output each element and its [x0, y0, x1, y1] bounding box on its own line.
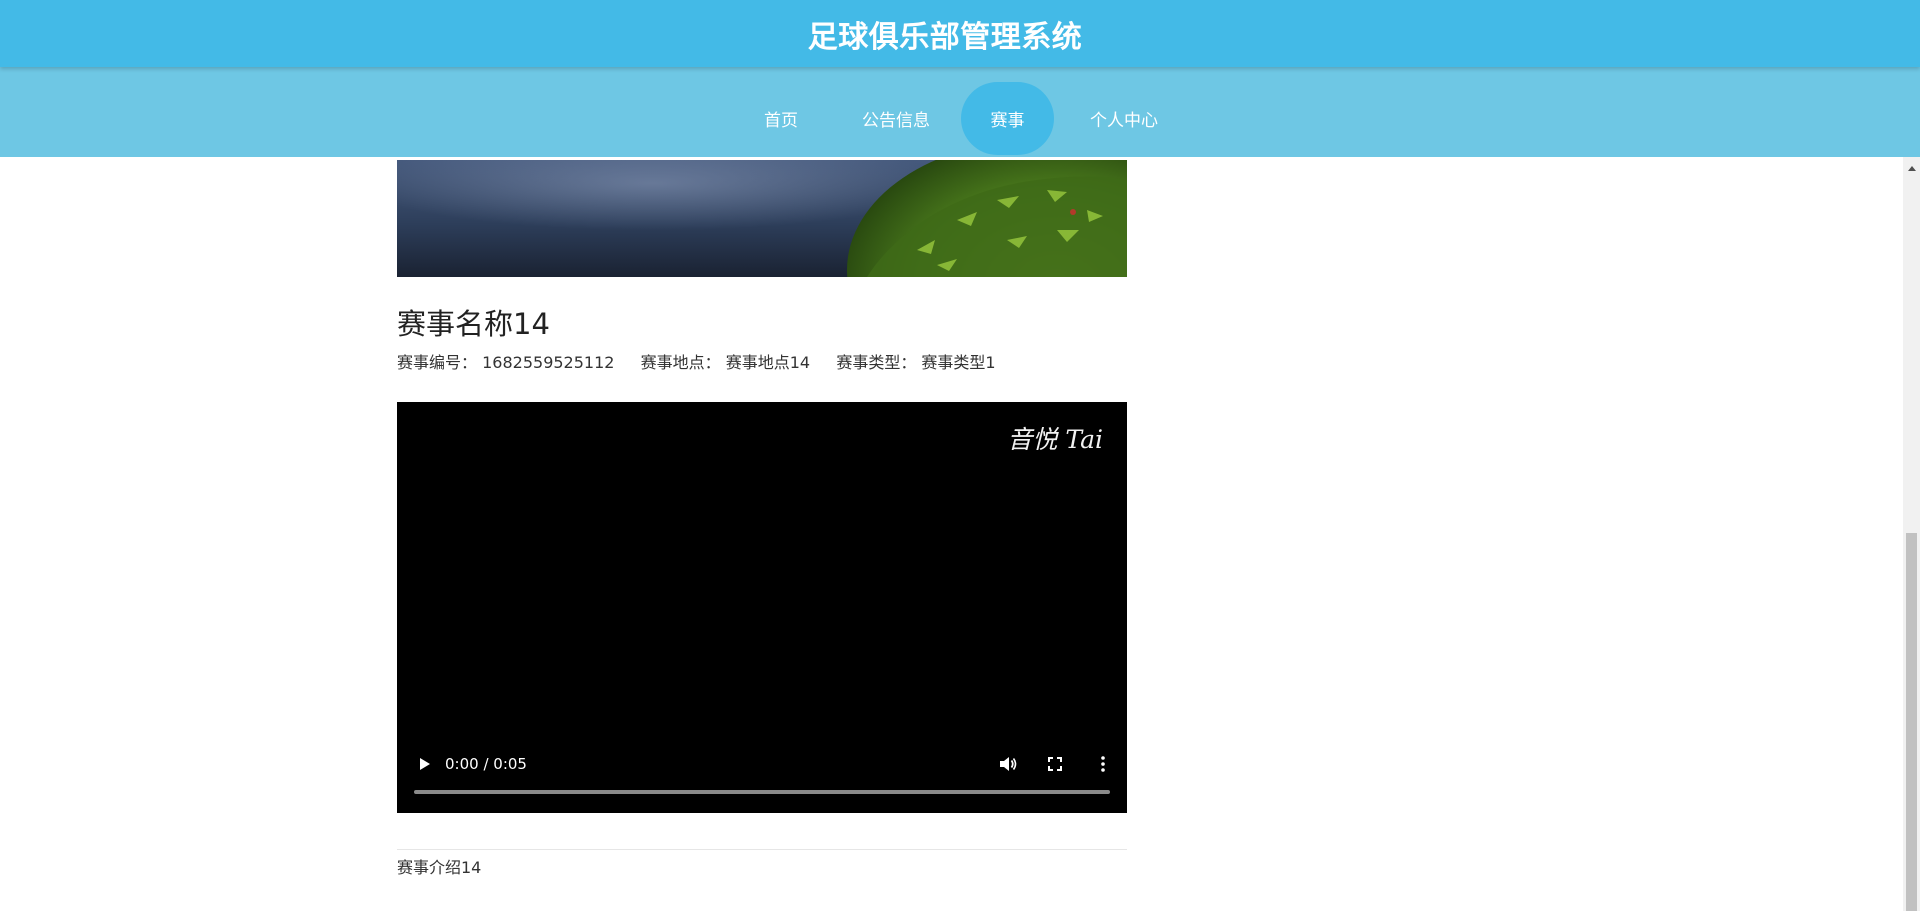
- more-options-button[interactable]: [1093, 754, 1113, 774]
- event-type-label: 赛事类型：: [836, 353, 917, 372]
- fullscreen-button[interactable]: [1045, 754, 1065, 774]
- arrow-up-icon: [1907, 166, 1916, 171]
- fullscreen-icon: [1048, 757, 1062, 771]
- nav-item-label: 公告信息: [862, 111, 930, 131]
- event-intro: 赛事介绍14: [397, 858, 482, 877]
- event-banner-image: [397, 160, 1127, 277]
- banner-graphic: [397, 160, 1127, 277]
- nav-item-personal-center[interactable]: 个人中心: [1086, 82, 1162, 155]
- scroll-up-button[interactable]: [1903, 162, 1920, 174]
- nav-item-notice[interactable]: 公告信息: [858, 82, 934, 155]
- scrollbar-thumb[interactable]: [1906, 533, 1917, 911]
- event-place-label: 赛事地点：: [640, 353, 721, 372]
- event-title: 赛事名称14: [397, 307, 550, 341]
- play-icon: [420, 758, 430, 770]
- event-number-value: 1682559525112: [482, 353, 615, 372]
- page-scrollbar[interactable]: [1903, 157, 1920, 911]
- event-type-value: 赛事类型1: [921, 353, 996, 372]
- event-video-player[interactable]: 音悦 Tai 0:00 / 0:05: [397, 402, 1127, 813]
- nav-item-label: 首页: [764, 111, 798, 131]
- nav-item-label: 赛事: [990, 111, 1025, 131]
- video-watermark: 音悦 Tai: [1007, 425, 1103, 454]
- volume-icon: [1000, 757, 1017, 771]
- play-button[interactable]: [415, 754, 435, 774]
- nav-item-label: 个人中心: [1090, 111, 1158, 131]
- top-header: 足球俱乐部管理系统: [0, 0, 1920, 67]
- video-time: 0:00 / 0:05: [445, 755, 527, 773]
- event-place-value: 赛事地点14: [725, 353, 811, 372]
- site-title: 足球俱乐部管理系统: [807, 19, 1083, 55]
- content-divider: [397, 849, 1127, 850]
- event-meta: 赛事编号： 1682559525112 赛事地点： 赛事地点14 赛事类型： 赛…: [397, 349, 996, 373]
- event-number-label: 赛事编号：: [397, 353, 478, 372]
- main-nav: 首页 公告信息 赛事 个人中心: [0, 67, 1920, 157]
- volume-button[interactable]: [998, 754, 1018, 774]
- video-progress-bar[interactable]: [414, 790, 1110, 794]
- nav-item-home[interactable]: 首页: [752, 82, 810, 155]
- nav-item-events[interactable]: 赛事: [961, 82, 1054, 155]
- more-vertical-icon: [1101, 756, 1105, 772]
